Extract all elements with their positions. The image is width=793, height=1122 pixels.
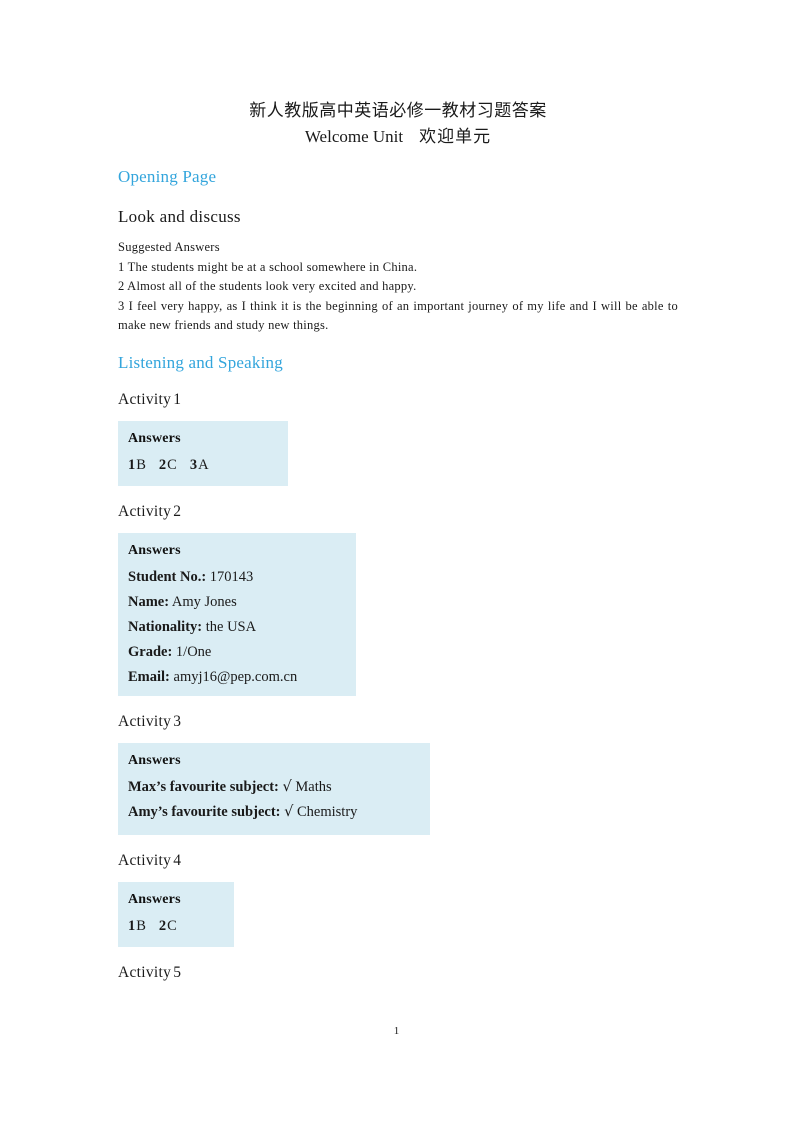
option-value-1-3: A — [198, 456, 209, 473]
option-number-1-2: 2 — [158, 456, 167, 473]
field-value-student-no: 170143 — [209, 568, 254, 585]
field-key-email: Email: — [128, 668, 170, 685]
answers-title-3: Answers — [128, 752, 181, 768]
option-number-4-1: 1 — [128, 917, 136, 934]
section-heading-listening-and-speaking: Listening and Speaking — [118, 352, 283, 372]
option-number-1-1: 1 — [128, 456, 136, 473]
option-value-1-2: C — [167, 456, 177, 473]
field-key-nationality: Nationality: — [128, 618, 203, 635]
suggested-answers-label: Suggested Answers — [118, 240, 220, 254]
check-mark-icon-amy: √ — [284, 803, 294, 820]
document-title: 新人教版高中英语必修一教材习题答案 — [249, 101, 547, 120]
activity-word-1: Activity — [118, 390, 172, 408]
activity-number-3: 3 — [173, 712, 182, 730]
field-key-name: Name: — [128, 593, 170, 610]
answers-title-2: Answers — [128, 542, 181, 558]
subject-key-max: Max’s favourite subject: — [128, 778, 279, 795]
activity-word-4: Activity — [118, 851, 172, 869]
field-student-no: Student No.: 170143 — [128, 565, 346, 590]
answers-options-4: 1B 2C — [128, 914, 224, 938]
activity-number-4: 4 — [173, 851, 182, 869]
answer-box-activity-3: Answers Max’s favourite subject: √ Maths… — [118, 742, 430, 835]
document-subtitle: Welcome Unit 欢迎单元 — [118, 124, 678, 150]
activity-word-5: Activity — [118, 963, 172, 981]
activity-number-2: 2 — [173, 502, 182, 520]
activity-label-5: Activity 5 — [118, 963, 678, 983]
field-key-grade: Grade: — [128, 643, 173, 660]
field-nationality: Nationality: the USA — [128, 615, 346, 640]
subject-amy: Amy’s favourite subject: √ Chemistry — [128, 800, 420, 825]
section-heading-opening-page: Opening Page — [118, 167, 217, 186]
field-value-nationality: the USA — [205, 618, 257, 635]
suggested-answer-line-1: 1 The students might be at a school some… — [118, 259, 418, 274]
option-value-4-1: B — [136, 917, 146, 934]
suggested-answer-line-2: 2 Almost all of the students look very e… — [118, 279, 417, 293]
document-page: 新人教版高中英语必修一教材习题答案 Welcome Unit 欢迎单元 Openi… — [0, 0, 793, 1122]
field-name: Name: Amy Jones — [128, 590, 346, 615]
activity-label-2: Activity 2 — [118, 502, 678, 522]
field-value-email: amyj16@pep.com.cn — [173, 668, 298, 685]
activity-number-1: 1 — [173, 390, 182, 408]
subject-value-max: Maths — [295, 778, 332, 795]
answer-box-activity-4: Answers 1B 2C — [118, 881, 234, 947]
subject-key-amy: Amy’s favourite subject: — [128, 803, 281, 820]
document-subtitle-en: Welcome Unit — [304, 127, 404, 146]
document-content: 新人教版高中英语必修一教材习题答案 Welcome Unit 欢迎单元 Openi… — [118, 98, 678, 983]
suggested-answer-line-3: 3 I feel very happy, as I think it is th… — [118, 298, 678, 333]
page-number: 1 — [393, 1025, 400, 1037]
answers-title-4: Answers — [128, 891, 181, 907]
answers-title-1: Answers — [128, 430, 181, 446]
option-value-4-2: C — [167, 917, 177, 934]
answers-options-1: 1B 2C 3A — [128, 453, 278, 477]
sub-heading-look-and-discuss: Look and discuss — [118, 207, 241, 226]
field-value-grade: 1/One — [175, 643, 212, 660]
document-subtitle-cn: 欢迎单元 — [419, 127, 492, 146]
activity-label-4: Activity 4 — [118, 851, 678, 871]
activity-label-3: Activity 3 — [118, 712, 678, 732]
subject-value-amy: Chemistry — [296, 803, 358, 820]
activity-word-2: Activity — [118, 502, 172, 520]
activity-label-1: Activity 1 — [118, 390, 678, 410]
answer-box-activity-2: Answers Student No.: 170143 Name: Amy Jo… — [118, 532, 356, 696]
answer-box-activity-1: Answers 1B 2C 3A — [118, 420, 288, 486]
activity-number-5: 5 — [173, 963, 182, 981]
field-key-student-no: Student No.: — [128, 568, 207, 585]
field-grade: Grade: 1/One — [128, 640, 346, 665]
field-value-name: Amy Jones — [171, 593, 237, 610]
field-email: Email: amyj16@pep.com.cn — [128, 665, 346, 690]
option-value-1-1: B — [136, 456, 146, 473]
subject-max: Max’s favourite subject: √ Maths — [128, 775, 420, 800]
option-number-4-2: 2 — [158, 917, 167, 934]
activity-word-3: Activity — [118, 712, 172, 730]
suggested-answers-block: Suggested Answers 1 The students might b… — [118, 238, 678, 336]
option-number-1-3: 3 — [189, 456, 198, 473]
check-mark-icon-max: √ — [282, 778, 292, 795]
